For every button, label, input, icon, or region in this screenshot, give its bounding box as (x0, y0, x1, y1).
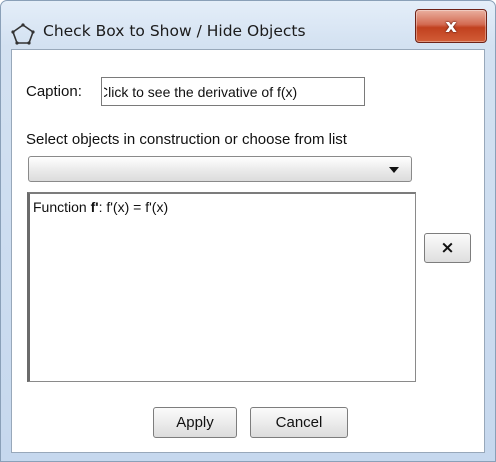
close-icon: x (445, 15, 457, 37)
window-title: Check Box to Show / Hide Objects (43, 22, 306, 40)
remove-object-button[interactable]: × (424, 233, 471, 263)
close-button[interactable]: x (415, 9, 487, 43)
apply-button[interactable]: Apply (153, 407, 237, 438)
list-item-type: Function (33, 199, 91, 215)
title-bar[interactable]: Check Box to Show / Hide Objects x (1, 1, 495, 49)
pentagon-outline-icon (11, 23, 35, 45)
objects-dropdown[interactable] (28, 156, 412, 182)
dialog-content: Caption: Select objects in construction … (11, 49, 485, 453)
list-item-definition: : f'(x) = f'(x) (98, 199, 169, 215)
select-objects-label: Select objects in construction or choose… (26, 131, 347, 148)
caption-label: Caption: (26, 83, 82, 100)
dialog-window: Check Box to Show / Hide Objects x Capti… (0, 0, 496, 462)
caption-input[interactable] (101, 77, 365, 106)
selected-objects-list[interactable]: Function f': f'(x) = f'(x) (27, 192, 416, 382)
cancel-button[interactable]: Cancel (250, 407, 348, 438)
list-item[interactable]: Function f': f'(x) = f'(x) (33, 199, 168, 215)
chevron-down-icon[interactable] (389, 167, 399, 173)
list-item-name: f' (90, 199, 99, 215)
remove-icon: × (440, 238, 455, 258)
